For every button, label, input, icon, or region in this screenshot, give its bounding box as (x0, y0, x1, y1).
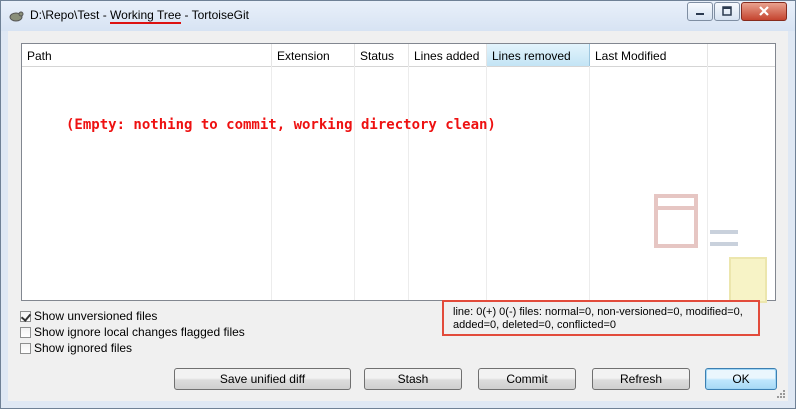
option-label: Show ignored files (34, 341, 133, 355)
list-header: Path Extension Status Lines added Lines … (22, 44, 775, 67)
save-unified-diff-button[interactable]: Save unified diff (174, 368, 351, 390)
column-extension[interactable]: Extension (272, 44, 355, 66)
column-status[interactable]: Status (355, 44, 409, 66)
column-divider (589, 66, 590, 300)
title-bar[interactable]: D:\Repo\Test - Working Tree - TortoiseGi… (1, 1, 795, 31)
close-button[interactable] (741, 2, 787, 21)
stash-button[interactable]: Stash (364, 368, 462, 390)
tortoisegit-window: D:\Repo\Test - Working Tree - TortoiseGi… (0, 0, 796, 409)
option-show-ignored[interactable]: Show ignored files (20, 340, 245, 356)
stats-line-2: added=0, deleted=0, conflicted=0 (453, 319, 616, 331)
maximize-icon (722, 6, 732, 16)
commit-button[interactable]: Commit (478, 368, 576, 390)
column-divider (408, 66, 409, 300)
dialog-client-area: Path Extension Status Lines added Lines … (8, 31, 788, 401)
tortoise-app-icon (9, 11, 24, 22)
column-divider (271, 66, 272, 300)
option-show-ignore-local-changes[interactable]: Show ignore local changes flagged files (20, 324, 245, 340)
empty-list-message: (Empty: nothing to commit, working direc… (66, 117, 496, 133)
column-last-modified[interactable]: Last Modified (590, 44, 708, 66)
maximize-button[interactable] (714, 2, 740, 21)
stats-line-1: line: 0(+) 0(-) files: normal=0, non-ver… (453, 306, 743, 318)
checkbox-checked[interactable] (20, 310, 31, 322)
title-highlight: Working Tree (110, 8, 182, 24)
column-lines-added[interactable]: Lines added (409, 44, 487, 66)
minimize-icon (696, 13, 704, 15)
refresh-button[interactable]: Refresh (592, 368, 690, 390)
title-suffix: - TortoiseGit (181, 8, 249, 22)
working-tree-watermark-icon (654, 194, 767, 303)
title-prefix: D:\Repo\Test - (30, 8, 111, 22)
column-path[interactable]: Path (22, 44, 272, 66)
column-divider (354, 66, 355, 300)
stats-summary: line: 0(+) 0(-) files: normal=0, non-ver… (442, 300, 760, 336)
option-show-unversioned[interactable]: Show unversioned files (20, 308, 245, 324)
column-filler (708, 44, 775, 66)
window-title: D:\Repo\Test - Working Tree - TortoiseGi… (30, 8, 249, 24)
option-label: Show unversioned files (34, 309, 158, 323)
option-label: Show ignore local changes flagged files (34, 325, 245, 339)
ok-button[interactable]: OK (705, 368, 777, 390)
file-list[interactable]: Path Extension Status Lines added Lines … (21, 43, 776, 303)
column-lines-removed[interactable]: Lines removed (487, 44, 590, 66)
close-icon (759, 6, 769, 16)
options-group: Show unversioned files Show ignore local… (20, 308, 245, 356)
minimize-button[interactable] (687, 2, 713, 21)
resize-grip-icon[interactable] (776, 389, 786, 399)
checkbox-unchecked[interactable] (20, 342, 31, 354)
column-divider (486, 66, 487, 300)
checkbox-unchecked[interactable] (20, 326, 31, 338)
